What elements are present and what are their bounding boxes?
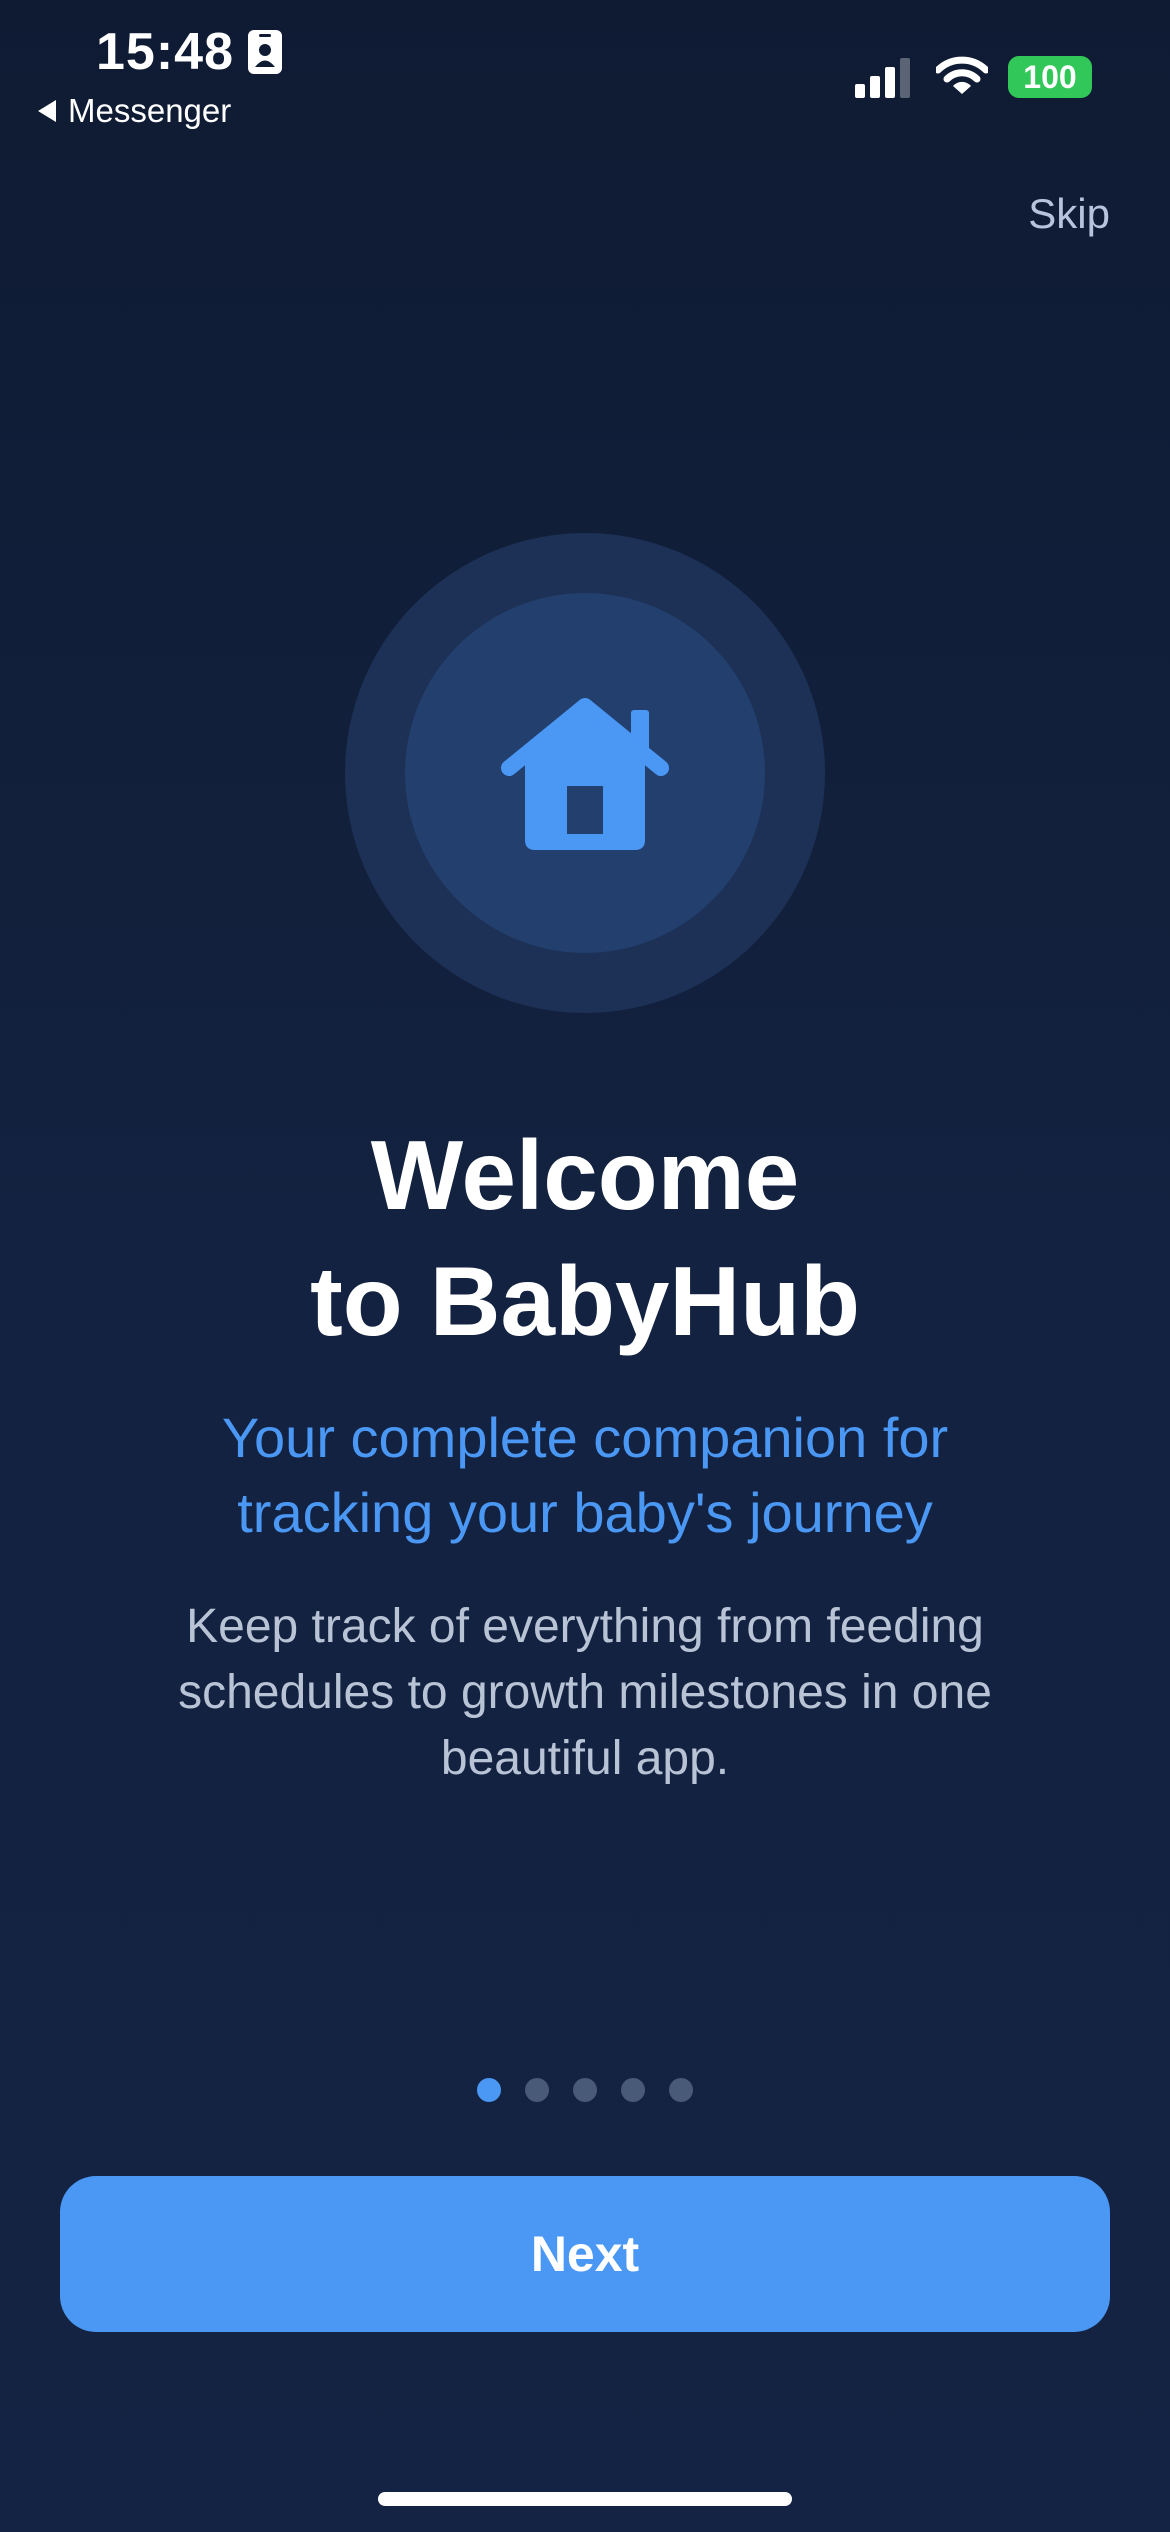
page-dot[interactable] [621,2078,645,2102]
back-to-messenger[interactable]: Messenger [38,92,231,130]
house-icon [501,698,669,850]
welcome-title: Welcome to BabyHub [0,1112,1170,1364]
back-arrow-icon [38,100,56,122]
status-time: 15:48 [96,23,234,81]
home-indicator[interactable] [378,2492,792,2506]
subtitle-line-2: tracking your baby's journey [237,1481,933,1544]
page-dot[interactable] [477,2078,501,2102]
next-button[interactable]: Next [60,2176,1110,2332]
description-line-2: schedules to growth milestones in one [178,1666,992,1719]
page-dot[interactable] [669,2078,693,2102]
wifi-icon [936,56,988,94]
title-line-1: Welcome [370,1120,800,1230]
subtitle: Your complete companion for tracking you… [0,1400,1170,1550]
cellular-signal-icon [855,58,910,98]
subtitle-line-1: Your complete companion for [221,1406,949,1469]
onboarding-screen: 15:48 Messenger 100 Skip Welcome to Baby… [0,0,1170,2532]
id-card-icon [248,30,282,74]
title-line-2: to BabyHub [310,1246,860,1356]
back-app-label: Messenger [68,92,232,129]
page-dot[interactable] [573,2078,597,2102]
description-line-1: Keep track of everything from feeding [186,1600,984,1653]
skip-button[interactable]: Skip [1028,190,1110,238]
page-dot[interactable] [525,2078,549,2102]
page-indicator [0,2078,1170,2102]
battery-indicator: 100 [1008,56,1092,98]
battery-cap [1087,70,1092,84]
description: Keep track of everything from feeding sc… [0,1594,1170,1792]
description-line-3: beautiful app. [440,1732,730,1785]
